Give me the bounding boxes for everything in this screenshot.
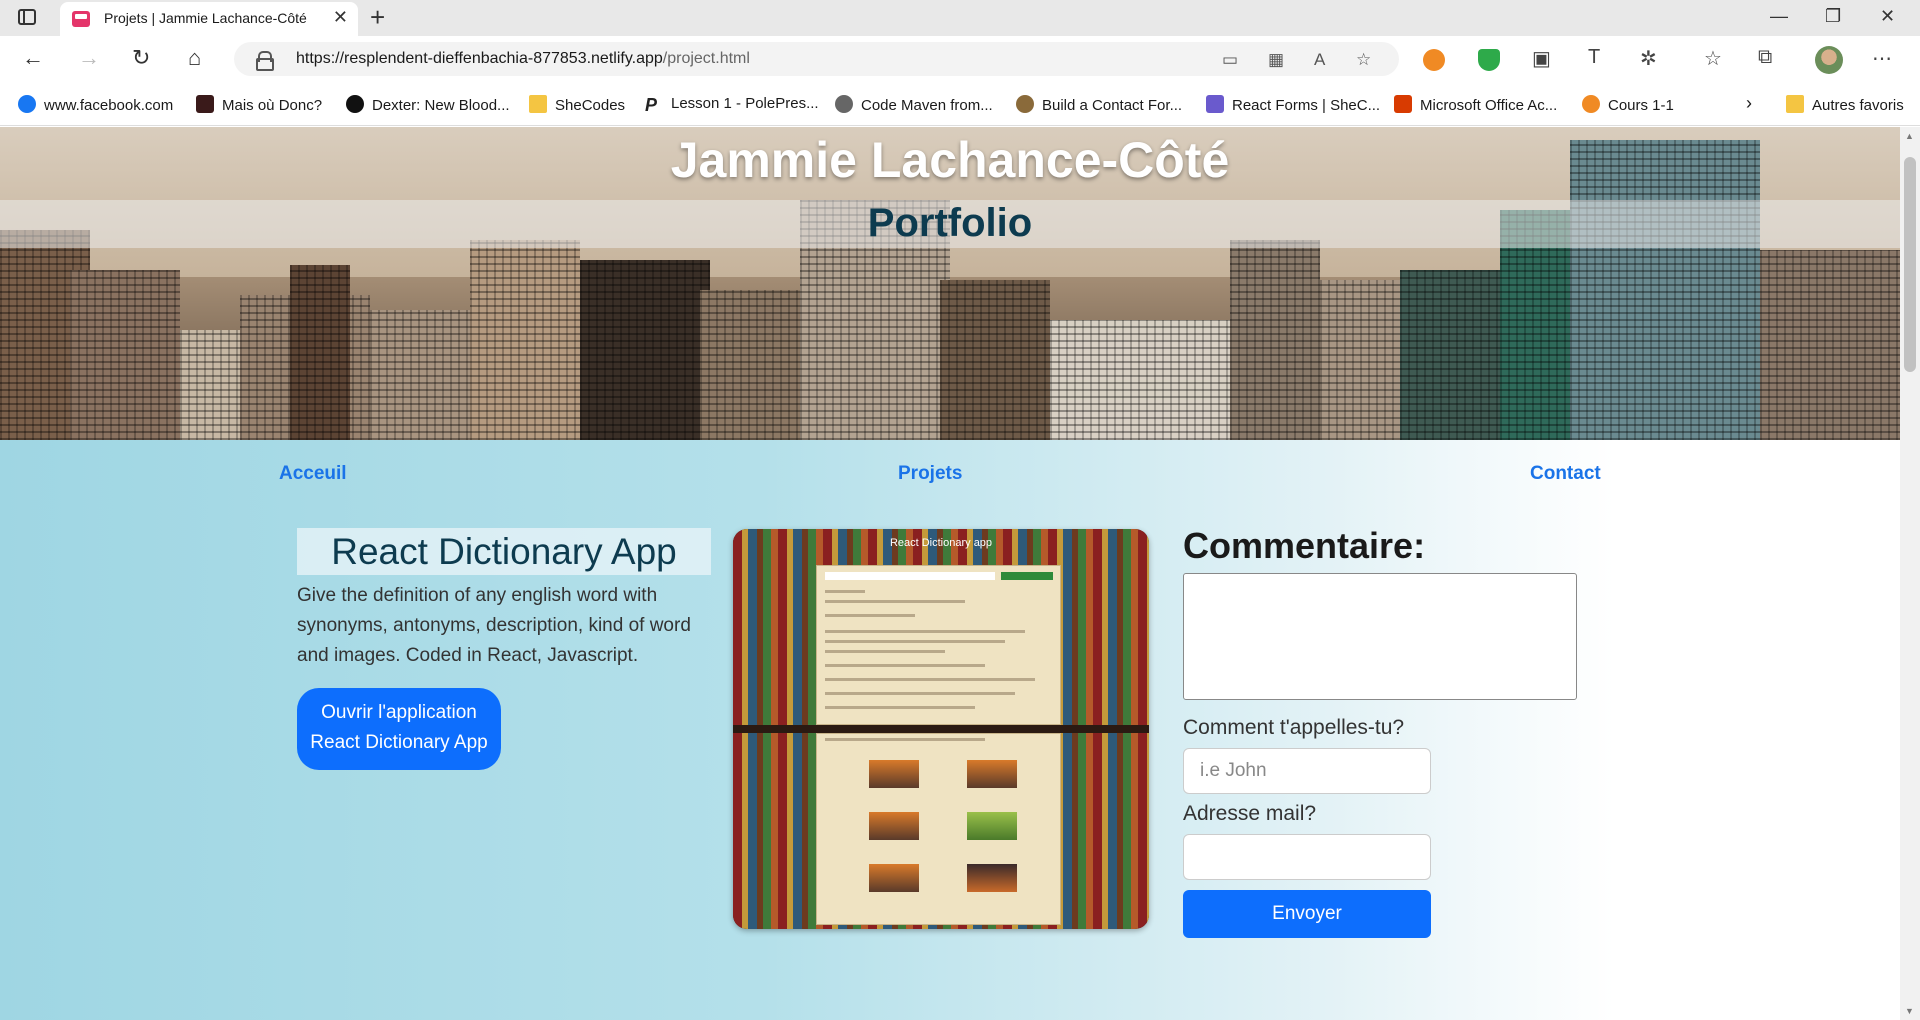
project-screenshot: React Dictionary app xyxy=(733,529,1149,929)
add-favorite-icon[interactable]: ☆ xyxy=(1356,50,1371,70)
home-icon[interactable]: ⌂ xyxy=(188,45,201,71)
close-tab-icon[interactable]: ✕ xyxy=(333,7,348,28)
nav-link-contact[interactable]: Contact xyxy=(1530,463,1601,485)
minimize-icon[interactable]: — xyxy=(1770,6,1788,27)
back-icon[interactable]: ← xyxy=(22,45,44,71)
comment-textarea[interactable] xyxy=(1183,573,1577,700)
more-bookmarks-chevron-icon[interactable]: › xyxy=(1746,93,1752,114)
read-aloud-icon[interactable]: A xyxy=(1314,50,1325,70)
tab-title: Projets | Jammie Lachance-Côté xyxy=(104,10,307,26)
forward-icon[interactable]: → xyxy=(78,45,100,71)
screenshot-definition-panel xyxy=(816,565,1061,725)
app-available-icon[interactable]: ▭ xyxy=(1222,50,1238,70)
nav-link-home[interactable]: Acceuil xyxy=(279,463,347,485)
tab-actions-icon[interactable] xyxy=(18,9,36,25)
bookmark-cours[interactable]: Cours 1-1 xyxy=(1582,95,1674,114)
browser-tab-active[interactable]: Projets | Jammie Lachance-Côté ✕ xyxy=(60,2,358,36)
email-label: Adresse mail? xyxy=(1183,802,1317,825)
hero-banner: Jammie Lachance-Côté Portfolio xyxy=(0,127,1900,440)
scroll-down-icon[interactable]: ▼ xyxy=(1905,1006,1914,1016)
refresh-icon[interactable]: ↻ xyxy=(132,45,150,71)
address-bar[interactable]: https://resplendent-dieffenbachia-877853… xyxy=(234,42,1399,76)
nav-link-projects[interactable]: Projets xyxy=(898,463,962,485)
name-input[interactable]: i.e John xyxy=(1183,748,1431,794)
hero-subtitle: Portfolio xyxy=(867,201,1033,245)
screenshot-images-panel xyxy=(816,733,1061,925)
code-maven-icon xyxy=(835,95,853,113)
tab-bar: Projets | Jammie Lachance-Côté ✕ + — ❐ ✕ xyxy=(0,0,1920,36)
bookmark-dexter[interactable]: Dexter: New Blood... xyxy=(346,95,510,114)
name-input-placeholder: i.e John xyxy=(1200,760,1267,781)
more-menu-icon[interactable]: ⋯ xyxy=(1872,46,1892,71)
profile-avatar[interactable] xyxy=(1815,46,1843,74)
project-description: Give the definition of any english word … xyxy=(297,585,691,666)
close-window-icon[interactable]: ✕ xyxy=(1880,6,1895,27)
shield-extension-icon[interactable] xyxy=(1478,49,1500,71)
name-label: Comment t'appelles-tu? xyxy=(1183,716,1405,739)
open-app-button[interactable]: Ouvrir l'application React Dictionary Ap… xyxy=(297,688,501,770)
submit-button[interactable]: Envoyer xyxy=(1183,890,1431,938)
bookmark-react-forms[interactable]: React Forms | SheC... xyxy=(1206,95,1380,114)
letter-p-icon: P xyxy=(645,95,658,115)
bookmark-folder-shecodes[interactable]: SheCodes xyxy=(529,95,625,114)
extension-orange-icon[interactable] xyxy=(1423,49,1445,71)
outlook-icon[interactable]: ▣ xyxy=(1532,46,1551,71)
bookmark-facebook[interactable]: www.facebook.com xyxy=(18,95,173,114)
shecodes-icon xyxy=(1206,95,1224,113)
folder-icon xyxy=(1786,95,1804,113)
scrollbar-thumb[interactable] xyxy=(1904,157,1916,372)
maisoudonc-icon xyxy=(196,95,214,113)
translate-icon[interactable]: T xyxy=(1588,46,1600,69)
lock-icon[interactable] xyxy=(256,51,274,71)
qr-code-icon[interactable]: ▦ xyxy=(1268,50,1284,70)
open-app-button-line1: Ouvrir l'application xyxy=(321,702,477,723)
office-icon xyxy=(1394,95,1412,113)
screenshot-app-title: React Dictionary app xyxy=(889,537,993,549)
facebook-icon xyxy=(18,95,36,113)
hero-name: Jammie Lachance-Côté xyxy=(670,132,1230,188)
email-input[interactable] xyxy=(1183,834,1431,880)
collections-icon[interactable]: ⧉ xyxy=(1758,46,1772,69)
bookmark-mais-ou-donc[interactable]: Mais où Donc? xyxy=(196,95,322,114)
bookmark-code-maven[interactable]: Code Maven from... xyxy=(835,95,993,114)
project-title: React Dictionary App xyxy=(297,528,711,575)
new-tab-icon[interactable]: + xyxy=(370,2,385,32)
bookmark-office[interactable]: Microsoft Office Ac... xyxy=(1394,95,1557,114)
page-viewport: Jammie Lachance-Côté Portfolio Acceuil P… xyxy=(0,127,1900,1020)
bookmark-lesson1[interactable]: P Lesson 1 - PolePres... xyxy=(645,95,819,114)
other-favorites[interactable]: Autres favoris xyxy=(1786,95,1904,114)
browser-toolbar: ← → ↻ ⌂ https://resplendent-dieffenbachi… xyxy=(0,36,1920,82)
flower-icon xyxy=(1582,95,1600,113)
restore-icon[interactable]: ❐ xyxy=(1825,6,1841,27)
open-app-button-line2: React Dictionary App xyxy=(310,732,488,753)
bookmarks-bar: www.facebook.com Mais où Donc? Dexter: N… xyxy=(0,82,1920,126)
bookmark-build-contact[interactable]: Build a Contact For... xyxy=(1016,95,1182,114)
build-contact-icon xyxy=(1016,95,1034,113)
comment-heading: Commentaire: xyxy=(1183,525,1426,566)
extensions-icon[interactable]: ✲ xyxy=(1640,46,1657,71)
tab-favicon-icon xyxy=(72,11,90,27)
scroll-up-icon[interactable]: ▲ xyxy=(1905,131,1914,141)
folder-icon xyxy=(529,95,547,113)
showtime-icon xyxy=(346,95,364,113)
favorites-icon[interactable]: ☆ xyxy=(1704,46,1722,71)
url-text[interactable]: https://resplendent-dieffenbachia-877853… xyxy=(296,50,750,68)
page-scrollbar[interactable]: ▲ ▼ xyxy=(1900,127,1920,1020)
